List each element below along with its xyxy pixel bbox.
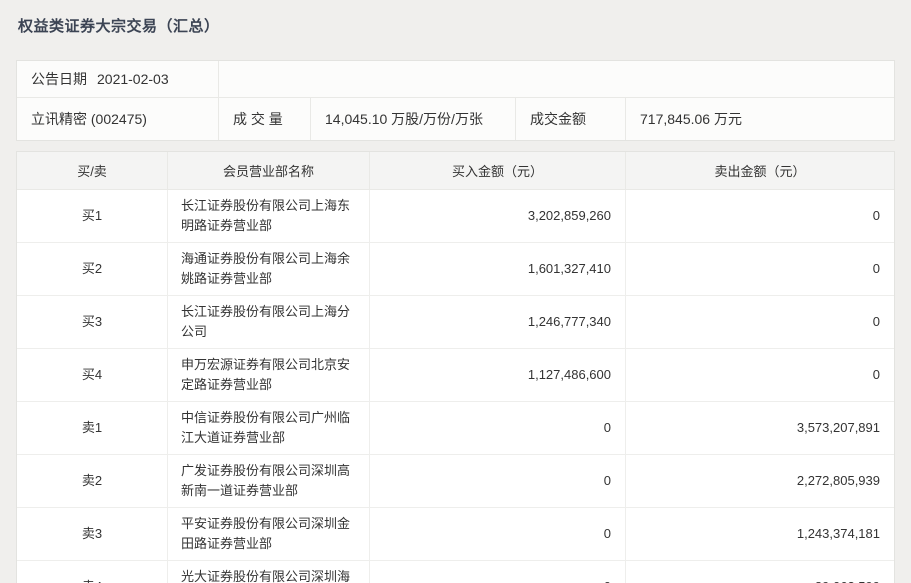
announce-date-cell: 公告日期 2021-02-03 <box>17 61 219 97</box>
row-sell-amount: 0 <box>626 243 894 295</box>
table-row: 买4 申万宏源证券有限公司北京安定路证券营业部 1,127,486,600 0 <box>17 349 894 402</box>
turnover-label: 成交金额 <box>516 98 626 140</box>
announce-date-row-spacer <box>219 61 894 97</box>
table-row: 卖3 平安证券股份有限公司深圳金田路证券营业部 0 1,243,374,181 <box>17 508 894 561</box>
row-side-label: 买4 <box>17 349 168 401</box>
row-side-label: 卖2 <box>17 455 168 507</box>
table-row: 买2 海通证券股份有限公司上海余姚路证券营业部 1,601,327,410 0 <box>17 243 894 296</box>
row-side-label: 卖4 <box>17 561 168 583</box>
turnover-value: 717,845.06 万元 <box>626 98 894 140</box>
row-side-label: 买2 <box>17 243 168 295</box>
column-header-branch: 会员营业部名称 <box>168 152 370 189</box>
row-side-label: 卖1 <box>17 402 168 454</box>
row-buy-amount: 0 <box>370 508 626 560</box>
table-body: 买1 长江证券股份有限公司上海东明路证券营业部 3,202,859,260 0 … <box>17 190 894 583</box>
row-branch-name: 长江证券股份有限公司上海东明路证券营业部 <box>168 190 370 242</box>
row-side-label: 买3 <box>17 296 168 348</box>
volume-value: 14,045.10 万股/万份/万张 <box>311 98 516 140</box>
row-buy-amount: 1,127,486,600 <box>370 349 626 401</box>
row-branch-name: 长江证券股份有限公司上海分公司 <box>168 296 370 348</box>
row-buy-amount: 0 <box>370 402 626 454</box>
branch-trade-table: 买/卖 会员营业部名称 买入金额（元） 卖出金额（元） 买1 长江证券股份有限公… <box>16 151 895 583</box>
table-row: 卖1 中信证券股份有限公司广州临江大道证券营业部 0 3,573,207,891 <box>17 402 894 455</box>
row-branch-name: 广发证券股份有限公司深圳高新南一道证券营业部 <box>168 455 370 507</box>
announce-date-value: 2021-02-03 <box>97 71 169 87</box>
stock-summary-row: 立讯精密 (002475) 成 交 量 14,045.10 万股/万份/万张 成… <box>17 98 894 140</box>
block-trade-report-page: 权益类证券大宗交易（汇总） 公告日期 2021-02-03 立讯精密 (0024… <box>0 0 911 583</box>
announce-date-label: 公告日期 <box>31 69 87 89</box>
row-buy-amount: 0 <box>370 561 626 583</box>
row-buy-amount: 1,246,777,340 <box>370 296 626 348</box>
row-side-label: 买1 <box>17 190 168 242</box>
column-header-buy-amount: 买入金额（元） <box>370 152 626 189</box>
table-row: 买3 长江证券股份有限公司上海分公司 1,246,777,340 0 <box>17 296 894 349</box>
announce-date-row: 公告日期 2021-02-03 <box>17 61 894 98</box>
row-buy-amount: 1,601,327,410 <box>370 243 626 295</box>
table-row: 买1 长江证券股份有限公司上海东明路证券营业部 3,202,859,260 0 <box>17 190 894 243</box>
row-sell-amount: 0 <box>626 296 894 348</box>
column-header-sell-amount: 卖出金额（元） <box>626 152 894 189</box>
table-row: 卖4 光大证券股份有限公司深圳海秀路证券营业部 0 89,062,599 <box>17 561 894 583</box>
row-sell-amount: 3,573,207,891 <box>626 402 894 454</box>
row-branch-name: 申万宏源证券有限公司北京安定路证券营业部 <box>168 349 370 401</box>
row-branch-name: 海通证券股份有限公司上海余姚路证券营业部 <box>168 243 370 295</box>
row-branch-name: 光大证券股份有限公司深圳海秀路证券营业部 <box>168 561 370 583</box>
row-sell-amount: 0 <box>626 349 894 401</box>
row-side-label: 卖3 <box>17 508 168 560</box>
row-branch-name: 中信证券股份有限公司广州临江大道证券营业部 <box>168 402 370 454</box>
row-sell-amount: 0 <box>626 190 894 242</box>
column-header-side: 买/卖 <box>17 152 168 189</box>
summary-panel: 公告日期 2021-02-03 立讯精密 (002475) 成 交 量 14,0… <box>16 60 895 141</box>
table-header-row: 买/卖 会员营业部名称 买入金额（元） 卖出金额（元） <box>17 152 894 190</box>
row-sell-amount: 1,243,374,181 <box>626 508 894 560</box>
row-buy-amount: 0 <box>370 455 626 507</box>
page-title: 权益类证券大宗交易（汇总） <box>0 0 911 36</box>
row-sell-amount: 89,062,599 <box>626 561 894 583</box>
volume-label: 成 交 量 <box>219 98 311 140</box>
row-buy-amount: 3,202,859,260 <box>370 190 626 242</box>
table-row: 卖2 广发证券股份有限公司深圳高新南一道证券营业部 0 2,272,805,93… <box>17 455 894 508</box>
row-sell-amount: 2,272,805,939 <box>626 455 894 507</box>
row-branch-name: 平安证券股份有限公司深圳金田路证券营业部 <box>168 508 370 560</box>
stock-name-code: 立讯精密 (002475) <box>17 98 219 140</box>
